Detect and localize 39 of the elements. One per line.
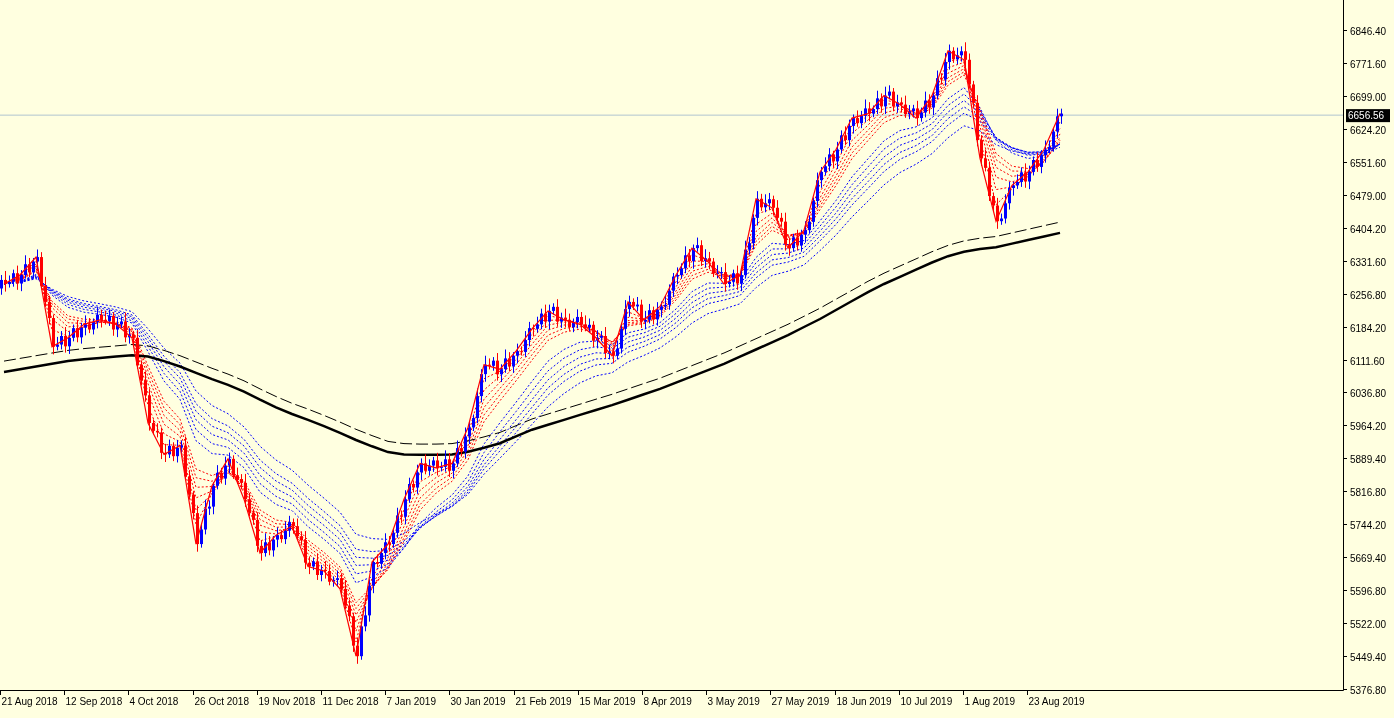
price-axis-label: 6551.60: [1350, 157, 1387, 169]
price-axis-label: 6184.20: [1350, 322, 1387, 334]
price-axis-label: 6771.60: [1350, 58, 1387, 70]
current-price-label: 6656.56: [1346, 109, 1390, 123]
price-axis-label: 5449.40: [1350, 651, 1387, 663]
date-axis-label: 7 Jan 2019: [386, 696, 436, 707]
date-axis-label: 30 Jan 2019: [450, 696, 506, 707]
price-axis-label: 6404.20: [1350, 223, 1387, 235]
date-axis-label: 4 Oct 2018: [129, 696, 179, 707]
price-axis-label: 6111.60: [1350, 355, 1385, 367]
price-axis-label: 5669.40: [1350, 552, 1387, 564]
price-axis-label: 6624.20: [1350, 124, 1387, 136]
price-axis-label: 5522.00: [1350, 618, 1387, 630]
price-axis-label: 6256.80: [1350, 289, 1387, 301]
price-axis-label: 6036.80: [1350, 387, 1387, 399]
date-axis-label: 21 Feb 2019: [515, 696, 572, 707]
price-axis-label: 5816.80: [1350, 486, 1387, 498]
price-axis-label: 5376.80: [1350, 684, 1387, 696]
price-axis-label: 5964.20: [1350, 420, 1387, 432]
price-axis-label: 5889.40: [1350, 453, 1387, 465]
price-axis-label: 6699.00: [1350, 91, 1387, 103]
date-axis-label: 12 Sep 2018: [65, 696, 123, 707]
price-axis-label: 6846.40: [1350, 25, 1387, 37]
date-axis-label: 19 Nov 2018: [258, 696, 316, 707]
date-axis-label: 26 Oct 2018: [194, 696, 249, 707]
date-axis-label: 18 Jun 2019: [836, 696, 892, 707]
date-axis-label: 15 Mar 2019: [579, 696, 636, 707]
price-axis-label: 5596.80: [1350, 585, 1387, 597]
date-axis-label: 8 Apr 2019: [643, 696, 692, 707]
date-axis-label: 27 May 2019: [771, 696, 830, 707]
date-axis-label: 10 Jul 2019: [900, 696, 953, 707]
date-axis-label: 1 Aug 2019: [964, 696, 1016, 707]
price-axis-label: 6331.60: [1350, 256, 1387, 268]
date-axis-label: 21 Aug 2018: [1, 696, 58, 707]
price-axis-label: 6479.00: [1350, 190, 1387, 202]
price-axis-label: 5744.20: [1350, 519, 1387, 531]
date-axis-label: 11 Dec 2018: [322, 696, 379, 707]
date-axis-label: 3 May 2019: [707, 696, 760, 707]
date-axis-label: 23 Aug 2019: [1028, 696, 1085, 707]
